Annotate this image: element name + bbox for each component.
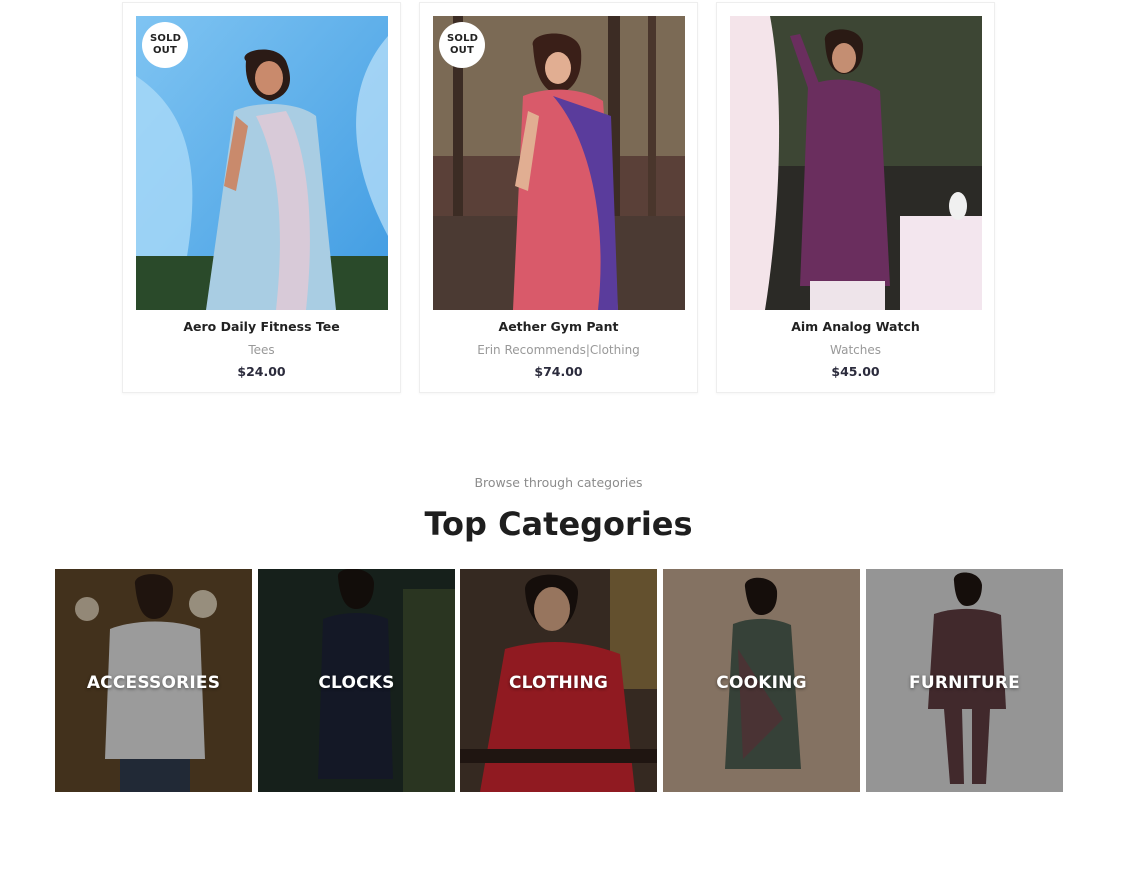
category-label[interactable]: COOKING [663, 673, 860, 693]
sold-out-badge: SOLD OUT [439, 22, 485, 68]
product-image[interactable] [730, 16, 982, 310]
product-category: Tees [248, 343, 275, 357]
product-name[interactable]: Aether Gym Pant [420, 319, 697, 334]
section-subtitle: Browse through categories [474, 475, 643, 490]
product-price: $24.00 [237, 364, 286, 379]
category-tile-clothing[interactable]: CLOTHING [460, 569, 657, 792]
product-photo [730, 16, 982, 310]
category-label[interactable]: CLOCKS [258, 673, 455, 693]
product-card[interactable]: Aim Analog Watch Watches $45.00 [716, 2, 995, 393]
sold-out-badge: SOLD OUT [142, 22, 188, 68]
product-category: Erin Recommends|Clothing [477, 343, 640, 357]
product-name[interactable]: Aero Daily Fitness Tee [123, 319, 400, 334]
product-image[interactable]: SOLD OUT [136, 16, 388, 310]
product-name[interactable]: Aim Analog Watch [717, 319, 994, 334]
product-card[interactable]: SOLD OUT Aether Gym Pant Erin Recommends… [419, 2, 698, 393]
category-label[interactable]: FURNITURE [866, 673, 1063, 693]
product-category: Watches [830, 343, 881, 357]
section-title: Top Categories [424, 505, 693, 543]
product-price: $45.00 [831, 364, 880, 379]
category-tile-clocks[interactable]: CLOCKS [258, 569, 455, 792]
category-tile-accessories[interactable]: ACCESSORIES [55, 569, 252, 792]
product-card[interactable]: SOLD OUT Aero Daily Fitness Tee Tees $24… [122, 2, 401, 393]
category-label[interactable]: CLOTHING [460, 673, 657, 693]
product-price: $74.00 [534, 364, 583, 379]
category-tile-cooking[interactable]: COOKING [663, 569, 860, 792]
product-image[interactable]: SOLD OUT [433, 16, 685, 310]
category-tile-furniture[interactable]: FURNITURE [866, 569, 1063, 792]
category-label[interactable]: ACCESSORIES [55, 673, 252, 693]
